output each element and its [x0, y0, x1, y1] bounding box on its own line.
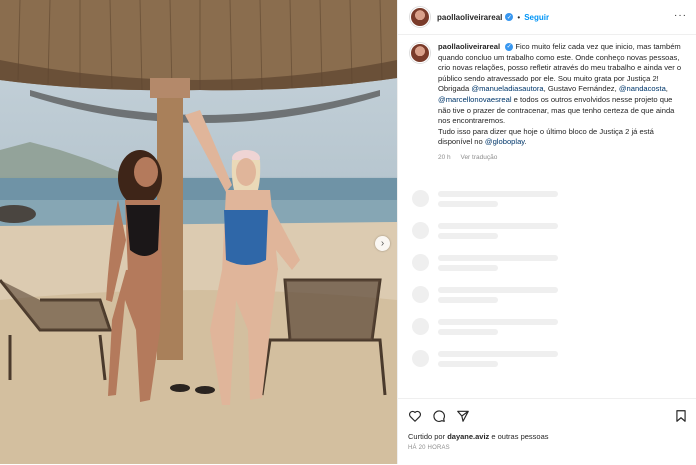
skeleton-avatar — [412, 222, 429, 239]
post-timestamp[interactable]: HÁ 20 HORAS — [408, 445, 450, 451]
chevron-right-icon: › — [380, 238, 385, 249]
follow-button[interactable]: Seguir — [524, 13, 549, 22]
liked-by-user[interactable]: dayane.aviz — [447, 432, 489, 441]
mention-link[interactable]: @marcellonovaesreal — [438, 95, 512, 104]
verified-badge-icon: ✓ — [505, 43, 514, 51]
post-actions: Curtido por dayane.aviz e outras pessoas… — [398, 398, 696, 465]
heart-icon[interactable] — [408, 409, 422, 423]
skeleton-avatar — [412, 350, 429, 367]
verified-badge-icon: ✓ — [505, 13, 514, 21]
beach-scene-image — [0, 0, 397, 464]
avatar[interactable] — [410, 7, 430, 27]
caption-timestamp: 20 h — [438, 153, 451, 161]
separator-dot: • — [517, 12, 521, 22]
comment-icon[interactable] — [432, 409, 446, 423]
caption-block: paollaoliveirareal ✓ Fico muito feliz ca… — [410, 42, 686, 164]
skeleton-line — [438, 201, 498, 207]
skeleton-line — [438, 319, 558, 325]
skeleton-avatar — [412, 286, 429, 303]
caption-username[interactable]: paollaoliveirareal — [438, 42, 500, 51]
skeleton-avatar — [412, 318, 429, 335]
skeleton-line — [438, 351, 558, 357]
skeleton-line — [438, 287, 558, 293]
likes-suffix[interactable]: e outras pessoas — [489, 432, 548, 441]
post-photo[interactable]: › — [0, 0, 397, 464]
post-sidebar: paollaoliveirareal ✓ • Seguir ··· paolla… — [397, 0, 696, 464]
skeleton-line — [438, 255, 558, 261]
skeleton-line — [438, 233, 498, 239]
mention-link[interactable]: @globoplay — [485, 137, 525, 146]
caption-text: paollaoliveirareal ✓ Fico muito feliz ca… — [438, 42, 684, 164]
caption-segment: , Gustavo Fernández, — [543, 84, 619, 94]
caption-segment: . — [524, 137, 527, 147]
skeleton-line — [438, 297, 498, 303]
skeleton-line — [438, 191, 558, 197]
skeleton-avatar — [412, 254, 429, 271]
next-photo-button[interactable]: › — [375, 236, 390, 251]
see-translation-link[interactable]: Ver tradução — [460, 154, 497, 161]
skeleton-line — [438, 329, 498, 335]
caption-segment: Tudo isso para dizer que hoje o último b… — [438, 126, 654, 147]
skeleton-avatar — [412, 190, 429, 207]
author-username[interactable]: paollaoliveirareal — [437, 13, 502, 22]
caption-segment: , — [665, 84, 668, 94]
likes-prefix: Curtido por — [408, 432, 448, 441]
caption-avatar[interactable] — [410, 43, 430, 63]
post-header: paollaoliveirareal ✓ • Seguir ··· — [398, 0, 696, 35]
more-options-icon[interactable]: ··· — [674, 10, 687, 21]
skeleton-line — [438, 361, 498, 367]
mention-link[interactable]: @manueladiasautora — [471, 84, 543, 93]
skeleton-line — [438, 265, 498, 271]
bookmark-icon[interactable] — [674, 409, 688, 423]
paper-plane-icon[interactable] — [456, 409, 470, 423]
skeleton-line — [438, 223, 558, 229]
caption-meta: 20 h Ver tradução — [438, 153, 684, 164]
mention-link[interactable]: @nandacosta — [619, 84, 666, 93]
likes-summary: Curtido por dayane.aviz e outras pessoas — [408, 432, 549, 441]
